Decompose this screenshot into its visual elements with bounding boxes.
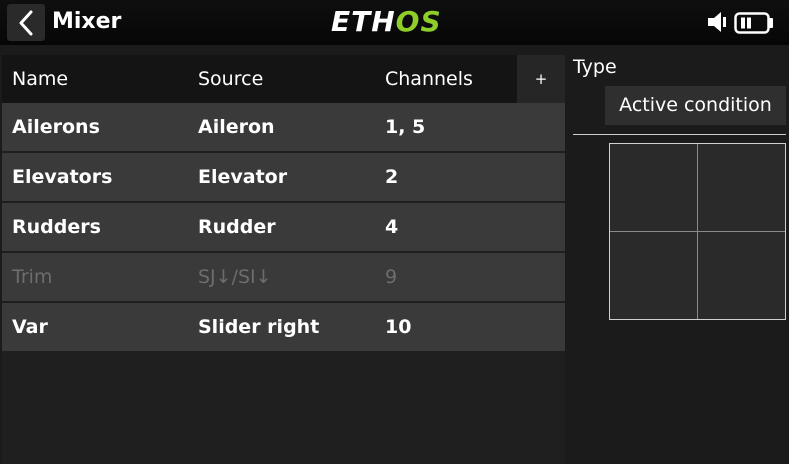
row-source: Elevator (198, 166, 288, 188)
row-name: Rudders (12, 216, 101, 238)
column-header-source: Source (198, 68, 264, 90)
table-row[interactable]: Elevators Elevator 2 (2, 153, 565, 201)
mixer-table: Name Source Channels + Ailerons Aileron … (2, 55, 565, 464)
row-source: SJ↓/SI↓ (198, 266, 272, 288)
table-header: Name Source Channels + (2, 55, 565, 103)
row-name: Ailerons (12, 116, 100, 138)
logo-text-eth: ETH (331, 5, 396, 38)
logo-text-os: OS (395, 5, 442, 38)
row-channels: 4 (385, 216, 399, 238)
panel-divider (573, 134, 786, 135)
row-name: Elevators (12, 166, 113, 188)
header-bar: Mixer ETHOS (0, 0, 789, 45)
table-row[interactable]: Ailerons Aileron 1, 5 (2, 103, 565, 151)
curve-preview-graph (609, 143, 786, 320)
add-mix-button[interactable]: + (517, 55, 565, 103)
back-button[interactable] (7, 4, 45, 41)
speaker-icon[interactable] (706, 11, 730, 33)
row-source: Aileron (198, 116, 275, 138)
table-row[interactable]: Rudders Rudder 4 (2, 203, 565, 251)
row-name: Trim (12, 266, 53, 288)
row-name: Var (12, 316, 48, 338)
row-source: Slider right (198, 316, 320, 338)
back-chevron-icon (19, 10, 33, 35)
ethos-logo: ETHOS (331, 6, 442, 38)
mixer-screen: Mixer ETHOS Name Source Channels + Ailer… (0, 0, 789, 464)
column-header-name: Name (12, 68, 69, 90)
row-channels: 2 (385, 166, 399, 188)
graph-horizontal-axis (610, 231, 785, 232)
row-channels: 1, 5 (385, 116, 426, 138)
page-title: Mixer (52, 9, 122, 34)
table-row[interactable]: Var Slider right 10 (2, 303, 565, 351)
row-channels: 9 (385, 266, 398, 288)
column-header-channels: Channels (385, 68, 473, 90)
type-select-button[interactable]: Active condition (605, 86, 786, 125)
row-source: Rudder (198, 216, 276, 238)
type-label: Type (573, 56, 617, 78)
battery-icon (734, 12, 773, 34)
table-row-disabled[interactable]: Trim SJ↓/SI↓ 9 (2, 253, 565, 301)
row-channels: 10 (385, 316, 412, 338)
